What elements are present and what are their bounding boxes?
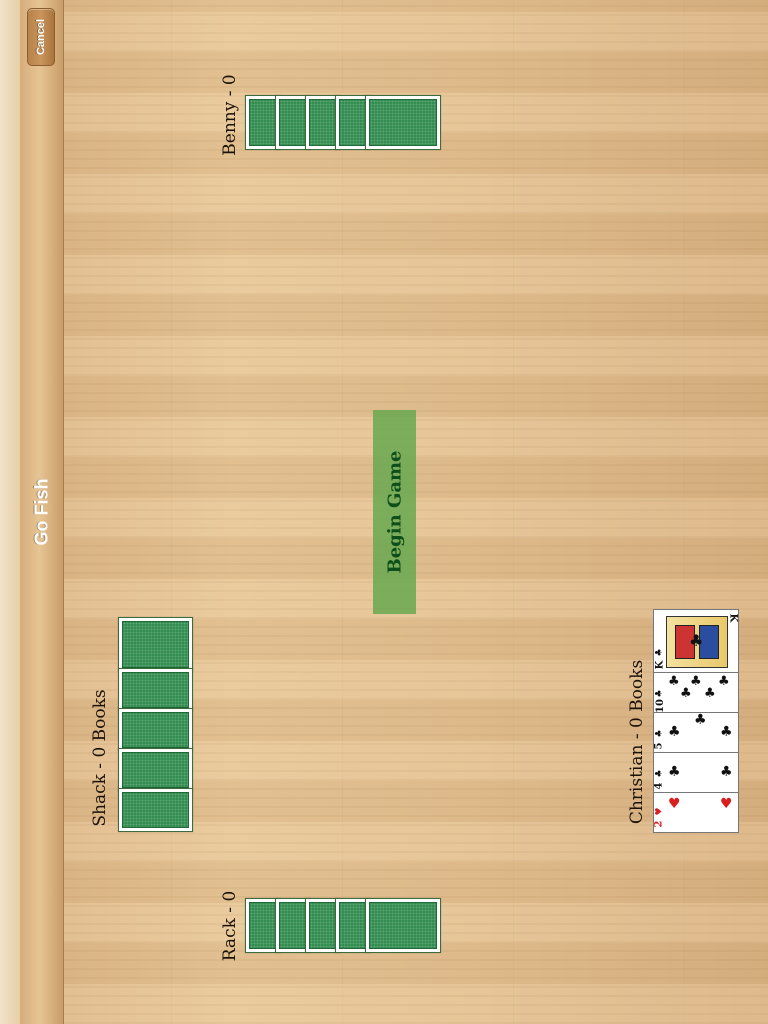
clubs-icon: ♣ — [689, 631, 704, 650]
left-edge — [0, 0, 20, 1024]
card-k-clubs[interactable]: K ♣ K ♣ — [653, 609, 739, 673]
player-christian-label: Christian - 0 Books — [627, 659, 647, 825]
cancel-button[interactable]: Cancel — [27, 8, 55, 66]
card-rank: 2 — [653, 820, 665, 828]
card-rank: 4 — [653, 782, 665, 790]
card-2-hearts[interactable]: 2 ♥ ♥ ♥ — [653, 792, 739, 833]
player-rack-label: Rack - 0 — [220, 890, 240, 962]
hearts-icon: ♥ — [654, 807, 665, 816]
card-10-clubs[interactable]: 10 ♣ ♣ ♣ ♣ ♣ ♣ — [653, 672, 739, 713]
hearts-icon: ♥ — [720, 796, 733, 812]
player-shack-label: Shack - 0 Books — [90, 689, 110, 827]
card-4-clubs[interactable]: 4 ♣ ♣ ♣ — [653, 752, 739, 793]
clubs-icon: ♣ — [654, 689, 665, 698]
player-benny-label: Benny - 0 — [220, 74, 240, 156]
card-back — [118, 708, 193, 752]
begin-game-button[interactable]: Begin Game — [373, 410, 416, 614]
begin-game-label: Begin Game — [384, 450, 405, 574]
card-back — [365, 95, 441, 150]
card-back — [118, 668, 193, 712]
clubs-icon: ♣ — [690, 674, 702, 689]
clubs-icon: ♣ — [718, 674, 730, 689]
cancel-button-label: Cancel — [35, 18, 47, 56]
card-back — [118, 617, 193, 672]
clubs-icon: ♣ — [668, 724, 681, 740]
clubs-icon: ♣ — [668, 674, 680, 689]
card-5-clubs[interactable]: 5 ♣ ♣ ♣ ♣ — [653, 712, 739, 753]
card-rank: K — [654, 660, 666, 670]
card-rank: 10 — [654, 699, 666, 713]
clubs-icon: ♣ — [694, 712, 707, 728]
clubs-icon: ♣ — [654, 769, 665, 778]
clubs-icon: ♣ — [668, 764, 681, 780]
king-portrait: ♣ — [666, 616, 728, 668]
card-back — [118, 788, 193, 832]
card-rank: K — [727, 613, 739, 623]
card-back — [365, 898, 441, 953]
clubs-icon: ♣ — [654, 729, 665, 738]
clubs-icon: ♣ — [704, 686, 716, 701]
clubs-icon: ♣ — [720, 764, 733, 780]
game-title: Go Fish — [31, 478, 52, 546]
hearts-icon: ♥ — [668, 796, 681, 812]
clubs-icon: ♣ — [720, 724, 733, 740]
card-rank: 5 — [653, 742, 665, 750]
card-back — [118, 748, 193, 792]
clubs-icon: ♣ — [654, 648, 665, 657]
